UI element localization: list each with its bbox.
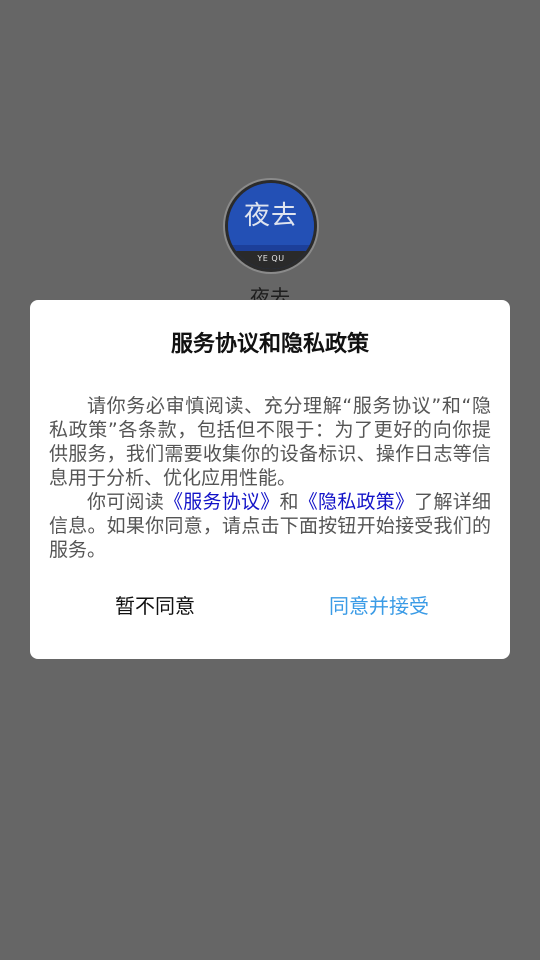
- dialog-title: 服务协议和隐私政策: [170, 332, 369, 357]
- app-logo: 夜去 YE QU: [225, 180, 317, 272]
- decline-button[interactable]: 暂不同意: [70, 586, 240, 626]
- dialog-body: 请你务必审慎阅读、充分理解“服务协议”和“隐私政策”各条款，包括但不限于：为了更…: [49, 394, 491, 562]
- service-agreement-link[interactable]: 《服务协议》: [164, 491, 279, 513]
- dialog-paragraph-1: 请你务必审慎阅读、充分理解“服务协议”和“隐私政策”各条款，包括但不限于：为了更…: [49, 395, 491, 489]
- accept-button[interactable]: 同意并接受: [294, 586, 464, 626]
- privacy-policy-link[interactable]: 《隐私政策》: [299, 491, 414, 513]
- logo-sub-text: YE QU: [257, 254, 285, 263]
- paragraph-2-and: 和: [279, 491, 299, 513]
- logo-main-text: 夜去: [243, 201, 298, 231]
- dialog-paragraph-2: 你可阅读《服务协议》和《隐私政策》了解详细信息。如果你同意，请点击下面按钮开始接…: [49, 490, 491, 562]
- privacy-dialog: 服务协议和隐私政策 请你务必审慎阅读、充分理解“服务协议”和“隐私政策”各条款，…: [30, 300, 510, 659]
- paragraph-2-prefix: 你可阅读: [87, 491, 164, 513]
- app-logo-badge: 夜去 YE QU: [228, 183, 314, 269]
